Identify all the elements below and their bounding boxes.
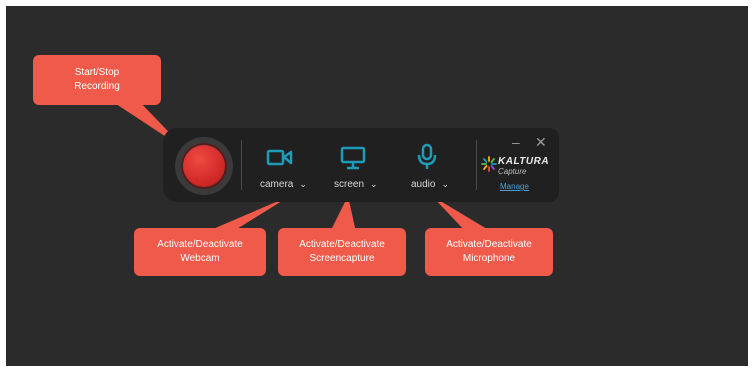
screen-label: screen bbox=[334, 179, 365, 190]
brand-name: KALTURA bbox=[498, 156, 550, 167]
mic-callout: Activate/Deactivate Microphone bbox=[425, 228, 553, 276]
close-button[interactable]: ✕ bbox=[535, 135, 547, 149]
camera-icon[interactable] bbox=[266, 147, 294, 169]
callout-line: Webcam bbox=[180, 253, 220, 264]
webcam-callout: Activate/Deactivate Webcam bbox=[134, 228, 266, 276]
callout-line: Start/Stop bbox=[74, 67, 120, 78]
monitor-icon[interactable] bbox=[339, 145, 367, 171]
minimize-button[interactable]: – bbox=[512, 135, 520, 149]
record-callout: Start/Stop Recording bbox=[33, 55, 161, 105]
microphone-icon[interactable] bbox=[415, 143, 439, 171]
callout-line: Microphone bbox=[462, 253, 516, 264]
toolbar-divider bbox=[476, 140, 477, 190]
record-button[interactable] bbox=[181, 143, 227, 189]
chevron-down-icon: ⌄ bbox=[299, 179, 307, 189]
camera-label: camera bbox=[260, 179, 294, 190]
manage-link[interactable]: Manage bbox=[500, 182, 529, 191]
callout-line: Recording bbox=[74, 81, 120, 92]
chevron-down-icon: ⌄ bbox=[370, 179, 378, 189]
callout-line: Screencapture bbox=[309, 253, 375, 264]
brand-subtitle: Capture bbox=[498, 167, 527, 176]
toolbar-divider bbox=[241, 140, 242, 190]
callout-line: Activate/Deactivate bbox=[446, 239, 532, 250]
callout-line: Activate/Deactivate bbox=[299, 239, 385, 250]
kaltura-logo-icon bbox=[481, 156, 497, 172]
callout-line: Activate/Deactivate bbox=[157, 239, 243, 250]
screen-dropdown[interactable]: screen ⌄ bbox=[334, 179, 378, 190]
chevron-down-icon: ⌄ bbox=[441, 179, 450, 189]
screen-callout: Activate/Deactivate Screencapture bbox=[278, 228, 406, 276]
audio-dropdown[interactable]: audio ⌄ bbox=[411, 179, 449, 190]
audio-label: audio bbox=[411, 179, 436, 190]
camera-dropdown[interactable]: camera ⌄ bbox=[260, 179, 307, 190]
